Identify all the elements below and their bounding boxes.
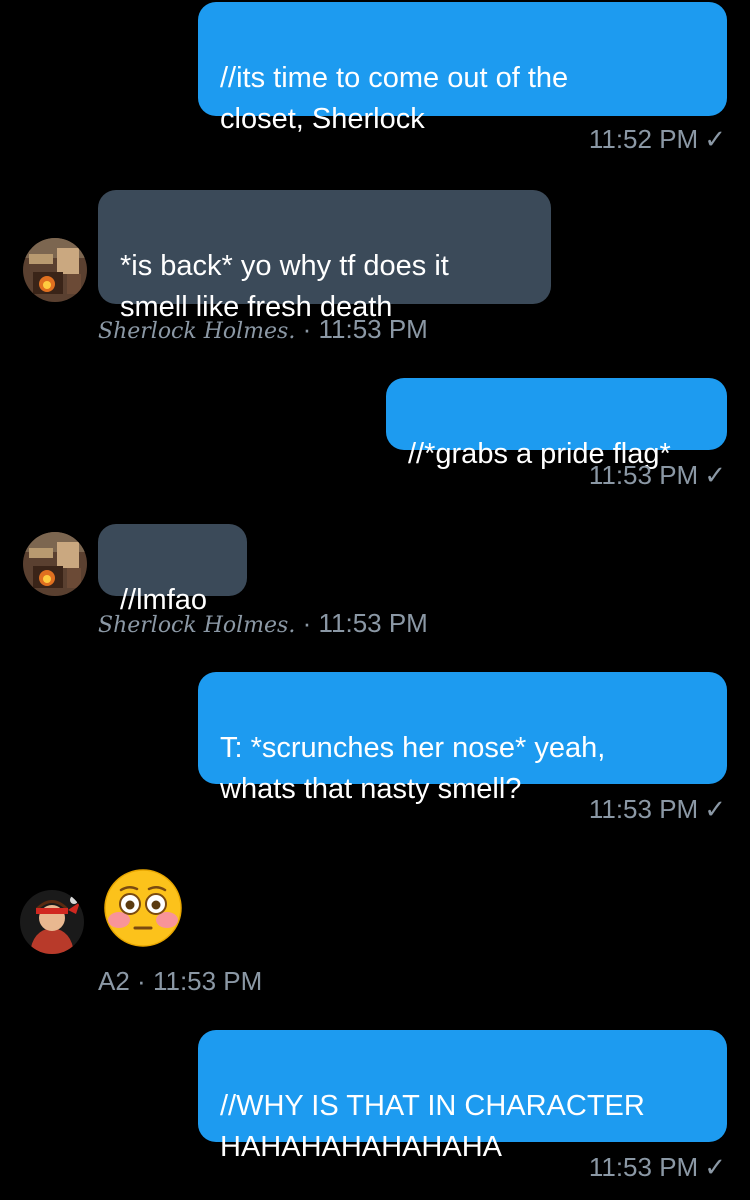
- avatar-sherlock[interactable]: [23, 532, 87, 596]
- message-time: 11:53 PM: [588, 794, 699, 824]
- flushed-face-emoji[interactable]: [103, 868, 183, 953]
- sent-check-icon: ✓: [704, 794, 726, 824]
- sent-message-bubble[interactable]: T: *scrunches her nose* yeah, whats that…: [198, 672, 727, 805]
- message-text: //WHY IS THAT IN CHARACTER HAHAHAHAHAHAH…: [220, 1090, 645, 1163]
- sent-message-bubble[interactable]: //*grabs a pride flag*: [386, 378, 727, 470]
- sent-check-icon: ✓: [704, 1152, 726, 1182]
- message-text: *is back* yo why tf does it smell like f…: [120, 250, 449, 323]
- message-time: 11:53 PM: [318, 608, 428, 638]
- sent-message-bubble[interactable]: //its time to come out of the closet, Sh…: [198, 2, 727, 135]
- avatar-sherlock[interactable]: [23, 238, 87, 302]
- message-meta: 11:53 PM ✓: [589, 1152, 726, 1182]
- avatar-image: [20, 890, 84, 954]
- received-message-bubble[interactable]: *is back* yo why tf does it smell like f…: [98, 190, 551, 323]
- message-meta: Sherlock Holmes. · 11:53 PM: [98, 608, 428, 641]
- flushed-face-icon: [104, 869, 182, 947]
- message-time: 11:53 PM: [318, 314, 428, 344]
- message-time: 11:52 PM: [588, 124, 699, 154]
- message-time: 11:53 PM: [588, 460, 699, 490]
- sent-check-icon: ✓: [704, 124, 726, 154]
- message-meta: Sherlock Holmes. · 11:53 PM: [98, 314, 428, 347]
- sender-name: Sherlock Holmes.: [98, 319, 296, 344]
- meta-separator: ·: [302, 314, 312, 344]
- message-meta: 11:53 PM ✓: [589, 460, 726, 490]
- sent-check-icon: ✓: [704, 460, 726, 490]
- message-time: 11:53 PM: [588, 1152, 699, 1182]
- sender-name: Sherlock Holmes.: [98, 613, 296, 638]
- message-meta: A2 · 11:53 PM: [98, 966, 262, 996]
- message-meta: 11:52 PM ✓: [589, 124, 726, 154]
- sender-name: A2: [98, 966, 130, 996]
- message-text: //its time to come out of the closet, Sh…: [220, 62, 569, 135]
- meta-separator: ·: [302, 608, 312, 638]
- message-meta: 11:53 PM ✓: [589, 794, 726, 824]
- avatar-a2[interactable]: [20, 890, 84, 954]
- meta-separator: ·: [137, 966, 146, 996]
- received-message-bubble[interactable]: //lmfao: [98, 524, 247, 616]
- message-text: T: *scrunches her nose* yeah, whats that…: [220, 732, 606, 805]
- message-time: 11:53 PM: [152, 966, 263, 996]
- avatar-image: [23, 532, 87, 596]
- avatar-image: [23, 238, 87, 302]
- sent-message-bubble[interactable]: //WHY IS THAT IN CHARACTER HAHAHAHAHAHAH…: [198, 1030, 727, 1163]
